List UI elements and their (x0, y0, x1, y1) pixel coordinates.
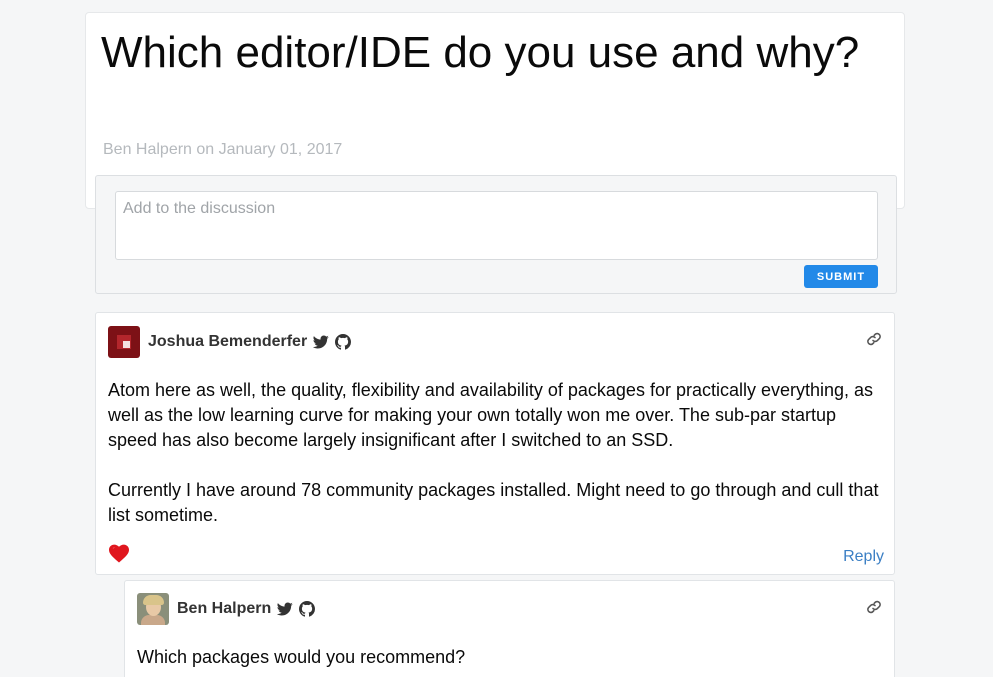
link-icon[interactable] (866, 599, 882, 615)
comment-header: Ben Halpern (137, 593, 316, 625)
twitter-icon[interactable] (277, 601, 293, 617)
article-title: Which editor/IDE do you use and why? (101, 28, 860, 77)
heart-icon[interactable] (108, 543, 130, 563)
comment-body: Which packages would you recommend? (137, 645, 877, 677)
avatar[interactable] (137, 593, 169, 625)
comment: Joshua Bemenderfer Atom here as well, th… (95, 312, 895, 575)
github-icon[interactable] (335, 334, 352, 350)
comment-paragraph: Currently I have around 78 community pac… (108, 480, 879, 525)
discussion-form: SUBMIT (95, 175, 897, 294)
comment-paragraph: Which packages would you recommend? (137, 647, 466, 667)
comment-paragraph: Atom here as well, the quality, flexibil… (108, 380, 874, 450)
reply-link[interactable]: Reply (843, 548, 884, 566)
avatar[interactable] (108, 326, 140, 358)
comment-header: Joshua Bemenderfer (108, 326, 352, 358)
twitter-icon[interactable] (313, 334, 329, 350)
article-meta: Ben Halpern on January 01, 2017 (103, 141, 343, 158)
discussion-input[interactable] (115, 191, 878, 260)
link-icon[interactable] (866, 331, 882, 347)
comment-body: Atom here as well, the quality, flexibil… (108, 378, 883, 553)
github-icon[interactable] (299, 601, 316, 617)
page: Which editor/IDE do you use and why? Ben… (0, 0, 993, 677)
author-name[interactable]: Ben Halpern (177, 600, 271, 618)
submit-button[interactable]: SUBMIT (804, 265, 878, 288)
author-name[interactable]: Joshua Bemenderfer (148, 333, 307, 351)
comment: Ben Halpern Which packages would you rec… (124, 580, 895, 677)
